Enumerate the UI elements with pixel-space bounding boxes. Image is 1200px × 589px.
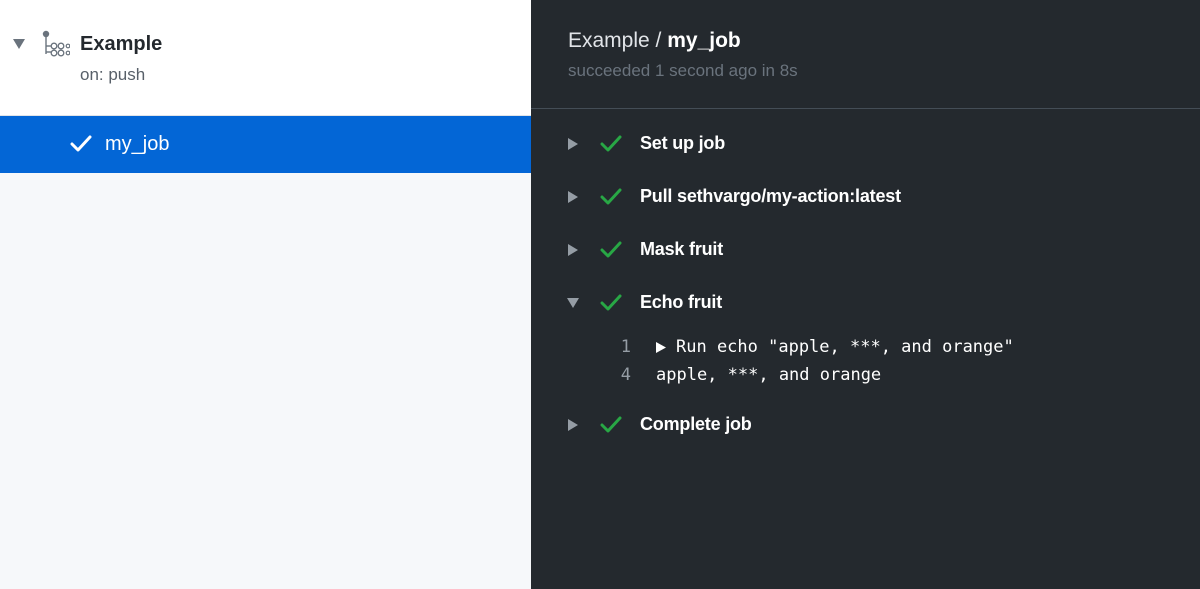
log-line-text: apple, ***, and orange <box>656 365 882 385</box>
log-line-number: 4 <box>620 365 631 385</box>
step-label: Pull sethvargo/my-action:latest <box>640 186 901 206</box>
step-mask-fruit[interactable]: Mask fruit <box>531 230 1200 270</box>
check-icon <box>600 135 622 152</box>
log-line: 4 apple, ***, and orange <box>531 362 1200 388</box>
job-header: Example / my_job succeeded 1 second ago … <box>531 0 1200 109</box>
step-complete-job[interactable]: Complete job <box>531 405 1200 445</box>
step-label: Echo fruit <box>640 292 722 312</box>
check-icon <box>600 294 622 311</box>
job-title-separator: / <box>649 29 668 52</box>
job-status-text: succeeded 1 second ago in 8s <box>568 61 798 80</box>
job-title-name: my_job <box>667 29 741 52</box>
check-icon <box>600 188 622 205</box>
step-label: Mask fruit <box>640 239 724 259</box>
job-label: my_job <box>105 133 170 155</box>
step-set-up-job[interactable]: Set up job <box>531 124 1200 164</box>
step-label: Complete job <box>640 414 752 434</box>
workflow-header: Example on: push <box>0 0 531 116</box>
step-label: Set up job <box>640 133 725 153</box>
check-icon <box>600 416 622 433</box>
job-log-panel: Example / my_job succeeded 1 second ago … <box>531 0 1200 589</box>
caret-right-icon[interactable] <box>567 190 579 204</box>
check-icon <box>70 135 92 152</box>
caret-right-icon[interactable] <box>567 243 579 257</box>
workflow-icon <box>42 30 70 57</box>
job-title-workflow[interactable]: Example <box>568 29 650 52</box>
caret-right-icon[interactable] <box>567 137 579 151</box>
workflow-sidebar: Example on: push my_job <box>0 0 531 589</box>
log-line-number: 1 <box>620 337 631 357</box>
job-item-my-job[interactable]: my_job <box>0 116 531 173</box>
play-icon[interactable] <box>655 341 667 354</box>
workflow-name[interactable]: Example <box>80 33 162 56</box>
caret-down-icon[interactable] <box>566 297 580 309</box>
workflow-trigger: on: push <box>80 65 146 84</box>
step-echo-fruit[interactable]: Echo fruit <box>531 283 1200 323</box>
job-title: Example / my_job <box>568 29 741 53</box>
caret-down-icon[interactable] <box>12 38 26 50</box>
check-icon <box>600 241 622 258</box>
step-pull-action[interactable]: Pull sethvargo/my-action:latest <box>531 177 1200 217</box>
log-line[interactable]: 1 Run echo "apple, ***, and orange" <box>531 334 1200 360</box>
log-line-text: Run echo "apple, ***, and orange" <box>676 337 1014 357</box>
caret-right-icon[interactable] <box>567 418 579 432</box>
